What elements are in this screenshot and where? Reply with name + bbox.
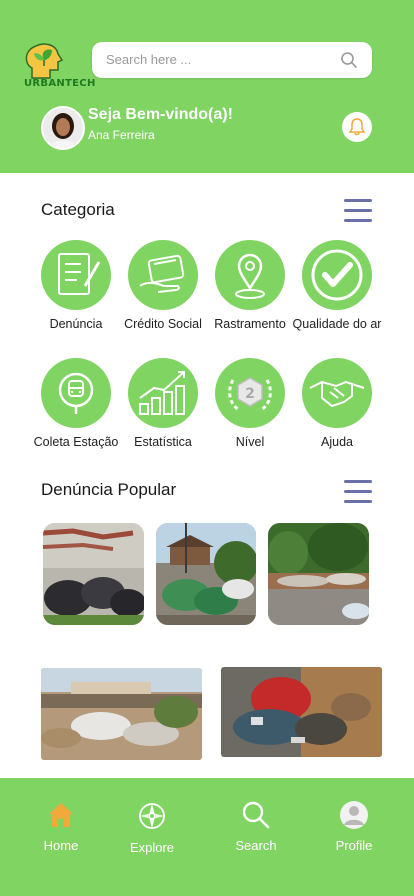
popular-title: Denúncia Popular	[41, 480, 177, 499]
nav-label: Explore	[129, 840, 175, 855]
category-label: Crédito Social	[124, 317, 202, 331]
home-icon	[49, 803, 73, 827]
bar-chart-icon	[139, 371, 185, 415]
category-ajuda[interactable]: Ajuda	[292, 358, 382, 450]
popular-menu-icon[interactable]	[344, 480, 372, 504]
nav-explore[interactable]: Explore	[112, 800, 192, 855]
bottom-nav: Home Explore Search Profile	[0, 778, 414, 896]
notification-button[interactable]	[342, 112, 372, 142]
category-label: Denúncia	[49, 317, 103, 331]
nav-home[interactable]: Home	[21, 800, 101, 853]
categoria-menu-icon[interactable]	[344, 199, 372, 223]
user-name: Ana Ferreira	[88, 128, 155, 142]
search-placeholder: Search here ...	[106, 52, 192, 67]
avatar[interactable]	[41, 106, 85, 150]
bell-icon	[348, 118, 366, 136]
nav-label: Search	[235, 838, 277, 853]
profile-icon	[340, 801, 368, 829]
trash-street-photo[interactable]	[156, 523, 256, 625]
trash-closeup-photo[interactable]	[221, 667, 382, 757]
category-label: Estatística	[134, 435, 192, 449]
welcome-title: Seja Bem-vindo(a)!	[88, 106, 233, 123]
category-coleta-estacao[interactable]: Coleta Estação	[31, 358, 121, 450]
nav-label: Profile	[335, 838, 373, 853]
level-badge-icon: 2	[228, 377, 272, 412]
category-label: Rastramento	[214, 317, 286, 331]
search-bar[interactable]: Search here ...	[92, 42, 372, 78]
nav-profile[interactable]: Profile	[314, 800, 394, 853]
trash-lot-photo[interactable]	[41, 668, 202, 760]
category-label: Ajuda	[321, 435, 353, 449]
search-icon	[242, 801, 270, 829]
nav-label: Home	[43, 838, 79, 853]
trash-roadside-photo[interactable]	[268, 523, 369, 625]
report-form-icon	[58, 253, 101, 295]
handshake-icon	[309, 380, 365, 408]
nav-search[interactable]: Search	[216, 800, 296, 853]
location-pin-icon	[235, 253, 265, 299]
compass-icon	[139, 803, 165, 829]
category-credito-social[interactable]: Crédito Social	[118, 240, 208, 332]
svg-text:2: 2	[245, 386, 255, 402]
check-icon	[311, 249, 363, 301]
logo-text: URBANTECH	[24, 78, 96, 89]
category-rastramento[interactable]: Rastramento	[205, 240, 295, 332]
trash-pile-photo[interactable]	[43, 523, 144, 625]
category-estatistica[interactable]: Estatística	[118, 358, 208, 450]
train-station-icon	[58, 372, 94, 414]
category-label: Qualidade do ar	[292, 317, 382, 331]
category-label: Coleta Estação	[33, 435, 119, 449]
category-label: Nível	[235, 435, 265, 449]
search-icon[interactable]	[340, 51, 358, 69]
categoria-title: Categoria	[41, 200, 115, 219]
credit-card-icon	[139, 254, 185, 293]
category-qualidade-ar[interactable]: Qualidade do ar	[292, 240, 382, 332]
category-denuncia[interactable]: Denúncia	[31, 240, 121, 332]
header: URBANTECH Search here ... Seja Bem-vindo…	[0, 0, 414, 173]
category-nivel[interactable]: 2 Nível	[205, 358, 295, 450]
